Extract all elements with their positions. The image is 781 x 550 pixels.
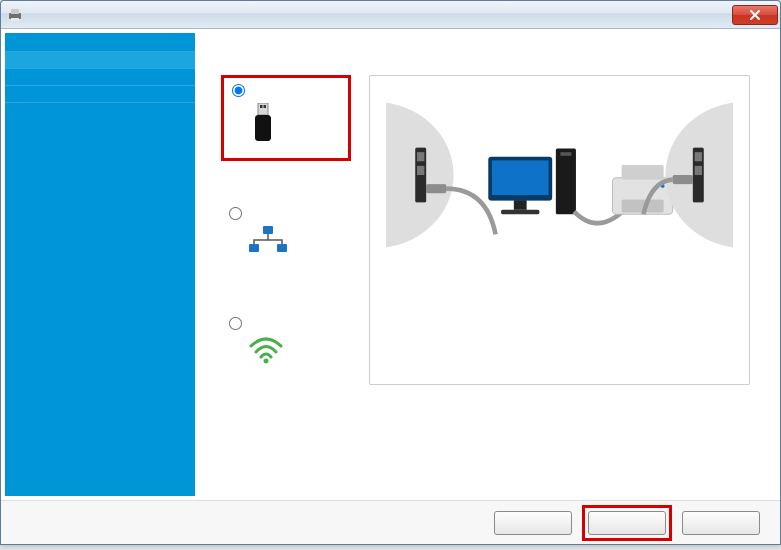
radio-usb[interactable] [232, 84, 245, 97]
radio-network[interactable] [229, 207, 242, 220]
wizard-footer [1, 500, 780, 544]
body-row [221, 75, 750, 385]
titlebar [1, 1, 780, 29]
connection-illustration [386, 90, 733, 260]
step-welcome[interactable] [5, 35, 195, 52]
cancel-button[interactable] [682, 511, 760, 535]
option-usb[interactable] [221, 75, 351, 161]
step-search-printers[interactable] [5, 52, 195, 69]
option-network[interactable] [221, 201, 351, 271]
wifi-icon [247, 336, 285, 369]
installer-window [0, 0, 781, 545]
connection-options [221, 75, 351, 385]
option-wireless[interactable] [221, 311, 351, 379]
next-highlight [582, 505, 672, 541]
detail-panel [369, 75, 750, 385]
wizard-sidebar [5, 33, 195, 496]
step-done[interactable] [5, 86, 195, 103]
content-area [1, 29, 780, 500]
network-icon [247, 226, 289, 261]
app-icon [7, 7, 23, 23]
main-panel [195, 33, 776, 496]
step-install[interactable] [5, 69, 195, 86]
close-icon [749, 10, 761, 20]
close-button[interactable] [732, 5, 778, 25]
next-button[interactable] [588, 511, 666, 535]
back-button[interactable] [494, 511, 572, 535]
usb-icon [250, 103, 276, 148]
radio-wireless[interactable] [229, 317, 242, 330]
